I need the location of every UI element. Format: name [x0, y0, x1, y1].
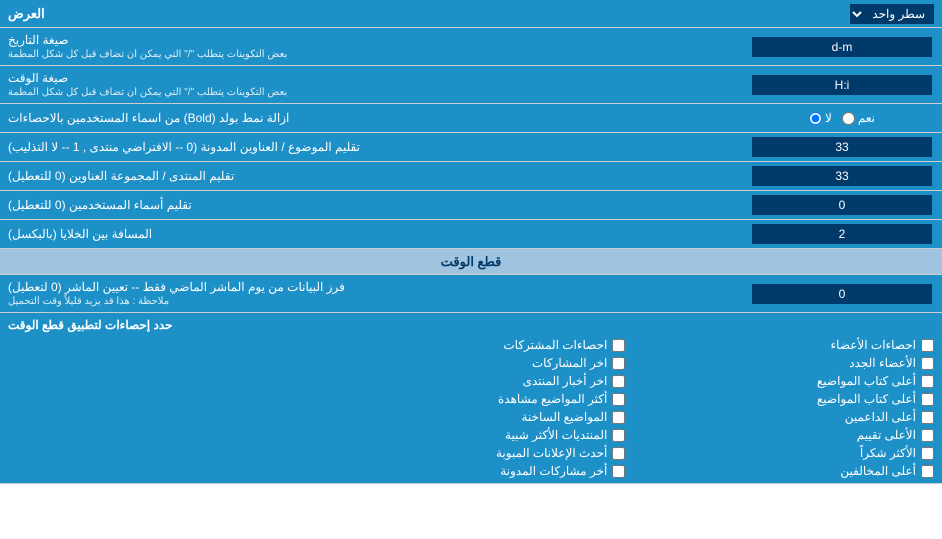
cutoff-input-cell[interactable]	[742, 275, 942, 312]
bold-label: ازالة نمط بولد (Bold) من اسماء المستخدمي…	[0, 104, 742, 132]
header-select-container[interactable]: سطر واحد سطرين ثلاثة أسطر	[850, 4, 934, 24]
checkbox-last-shared-label[interactable]: أخر مشاركات المدونة	[500, 464, 607, 478]
checkbox-member-stats-label[interactable]: احصاءات الأعضاء	[831, 338, 916, 352]
cb-item-last-shared[interactable]: أخر مشاركات المدونة	[317, 464, 626, 478]
cb-item-new-members[interactable]: الأعضاء الجدد	[625, 356, 934, 370]
trim-subjects-label: تقليم الموضوع / العناوين المدونة (0 -- ا…	[0, 133, 742, 161]
bold-radio-options[interactable]: نعم لا	[742, 108, 942, 128]
bold-no-text: لا	[825, 111, 832, 125]
display-select[interactable]: سطر واحد سطرين ثلاثة أسطر	[850, 4, 934, 24]
date-format-row: صيغة التاريخ بعض التكوينات يتطلب "/" الت…	[0, 28, 942, 66]
checkboxes-section: حدد إحصاءات لتطبيق قطع الوقت احصاءات الأ…	[0, 313, 942, 484]
checkbox-forum-news[interactable]	[612, 375, 625, 388]
time-format-label: صيغة الوقت بعض التكوينات يتطلب "/" التي …	[0, 66, 742, 103]
time-format-row: صيغة الوقت بعض التكوينات يتطلب "/" التي …	[0, 66, 942, 104]
cb-item-recent-ads[interactable]: أحدث الإعلانات المبوبة	[317, 446, 626, 460]
bold-yes-label[interactable]: نعم	[842, 111, 875, 125]
checkbox-similar-forums[interactable]	[612, 429, 625, 442]
cb-item-most-viewed[interactable]: أكثر المواضيع مشاهدة	[317, 392, 626, 406]
checkbox-top-raters[interactable]	[921, 429, 934, 442]
cb-item-top-moderators[interactable]: أعلى المخالفين	[625, 464, 934, 478]
checkbox-recent-ads-label[interactable]: أحدث الإعلانات المبوبة	[496, 446, 607, 460]
checkbox-member-stats[interactable]	[921, 339, 934, 352]
checkbox-last-posts[interactable]	[612, 357, 625, 370]
trim-users-input[interactable]	[752, 195, 932, 215]
checkbox-column-members: احصاءات الأعضاء الأعضاء الجدد أعلى كتاب …	[625, 338, 934, 478]
cb-item-top-topic-writers[interactable]: أعلى كتاب المواضيع	[625, 392, 934, 406]
checkbox-similar-forums-label[interactable]: المنتديات الأكثر شبية	[505, 428, 607, 442]
trim-forum-row: تقليم المنتدى / المجموعة العناوين (0 للت…	[0, 162, 942, 191]
apply-label: حدد إحصاءات لتطبيق قطع الوقت	[8, 318, 173, 332]
checkbox-most-thanks[interactable]	[921, 447, 934, 460]
trim-users-label: تقليم أسماء المستخدمين (0 للتعطيل)	[0, 191, 742, 219]
trim-forum-input[interactable]	[752, 166, 932, 186]
checkbox-top-thankers[interactable]	[921, 411, 934, 424]
checkbox-last-shared[interactable]	[612, 465, 625, 478]
bold-yes-radio[interactable]	[842, 112, 855, 125]
bold-yes-text: نعم	[858, 111, 875, 125]
checkbox-new-members[interactable]	[921, 357, 934, 370]
checkbox-top-topic-writers[interactable]	[921, 393, 934, 406]
bold-radio-row: نعم لا ازالة نمط بولد (Bold) من اسماء ال…	[0, 104, 942, 133]
cutoff-section-header: قطع الوقت	[0, 249, 942, 275]
cb-item-old-topics[interactable]: المواضيع الساخنة	[317, 410, 626, 424]
checkbox-most-viewed[interactable]	[612, 393, 625, 406]
cb-item-last-posts[interactable]: اخر المشاركات	[317, 356, 626, 370]
checkbox-old-topics[interactable]	[612, 411, 625, 424]
checkbox-column-shares: احصاءات المشتركات اخر المشاركات اخر أخبا…	[317, 338, 626, 478]
cutoff-label: فرز البيانات من يوم الماشر الماضي فقط --…	[0, 275, 742, 312]
trim-subjects-row: تقليم الموضوع / العناوين المدونة (0 -- ا…	[0, 133, 942, 162]
checkbox-last-posts-label[interactable]: اخر المشاركات	[532, 356, 607, 370]
cb-item-similar-forums[interactable]: المنتديات الأكثر شبية	[317, 428, 626, 442]
cb-item-forum-news[interactable]: اخر أخبار المنتدى	[317, 374, 626, 388]
cutoff-input[interactable]	[752, 284, 932, 304]
checkbox-top-topic-writers-label[interactable]: أعلى كتاب المواضيع	[817, 392, 916, 406]
checkbox-shares[interactable]	[612, 339, 625, 352]
checkboxes-header: حدد إحصاءات لتطبيق قطع الوقت	[8, 318, 934, 332]
cb-item-top-raters[interactable]: الأعلى تقييم	[625, 428, 934, 442]
trim-users-row: تقليم أسماء المستخدمين (0 للتعطيل)	[0, 191, 942, 220]
date-format-input-cell[interactable]	[742, 28, 942, 65]
cb-item-member-stats[interactable]: احصاءات الأعضاء	[625, 338, 934, 352]
checkbox-top-raters-label[interactable]: الأعلى تقييم	[857, 428, 916, 442]
checkbox-shares-label[interactable]: احصاءات المشتركات	[503, 338, 607, 352]
time-format-input-cell[interactable]	[742, 66, 942, 103]
trim-subjects-input[interactable]	[752, 137, 932, 157]
header-row: سطر واحد سطرين ثلاثة أسطر العرض	[0, 0, 942, 28]
date-format-label: صيغة التاريخ بعض التكوينات يتطلب "/" الت…	[0, 28, 742, 65]
checkbox-old-topics-label[interactable]: المواضيع الساخنة	[522, 410, 608, 424]
cell-distance-input-cell[interactable]	[742, 220, 942, 248]
checkbox-top-thankers-label[interactable]: أعلى الداعمين	[845, 410, 916, 424]
bold-no-radio[interactable]	[809, 112, 822, 125]
checkbox-top-moderators-label[interactable]: أعلى المخالفين	[840, 464, 916, 478]
cb-item-top-thankers[interactable]: أعلى الداعمين	[625, 410, 934, 424]
cell-distance-input[interactable]	[752, 224, 932, 244]
trim-forum-input-cell[interactable]	[742, 162, 942, 190]
time-format-input[interactable]	[752, 75, 932, 95]
trim-forum-label: تقليم المنتدى / المجموعة العناوين (0 للت…	[0, 162, 742, 190]
checkbox-most-viewed-label[interactable]: أكثر المواضيع مشاهدة	[498, 392, 607, 406]
checkbox-top-posters-label[interactable]: أعلى كتاب المواضيع	[817, 374, 916, 388]
date-format-input[interactable]	[752, 37, 932, 57]
checkbox-top-posters[interactable]	[921, 375, 934, 388]
trim-users-input-cell[interactable]	[742, 191, 942, 219]
checkbox-top-moderators[interactable]	[921, 465, 934, 478]
cutoff-row: فرز البيانات من يوم الماشر الماضي فقط --…	[0, 275, 942, 313]
cb-item-top-posters[interactable]: أعلى كتاب المواضيع	[625, 374, 934, 388]
cb-item-most-thanks[interactable]: الأكثر شكراً	[625, 446, 934, 460]
trim-subjects-input-cell[interactable]	[742, 133, 942, 161]
bold-no-label[interactable]: لا	[809, 111, 832, 125]
checkbox-recent-ads[interactable]	[612, 447, 625, 460]
checkbox-column-empty	[8, 338, 317, 478]
checkboxes-columns: احصاءات الأعضاء الأعضاء الجدد أعلى كتاب …	[8, 338, 934, 478]
header-title: العرض	[8, 6, 45, 22]
cb-item-shares[interactable]: احصاءات المشتركات	[317, 338, 626, 352]
cell-distance-label: المسافة بين الخلايا (بالبكسل)	[0, 220, 742, 248]
checkbox-forum-news-label[interactable]: اخر أخبار المنتدى	[523, 374, 608, 388]
checkbox-most-thanks-label[interactable]: الأكثر شكراً	[860, 446, 916, 460]
checkbox-new-members-label[interactable]: الأعضاء الجدد	[849, 356, 916, 370]
cell-distance-row: المسافة بين الخلايا (بالبكسل)	[0, 220, 942, 249]
